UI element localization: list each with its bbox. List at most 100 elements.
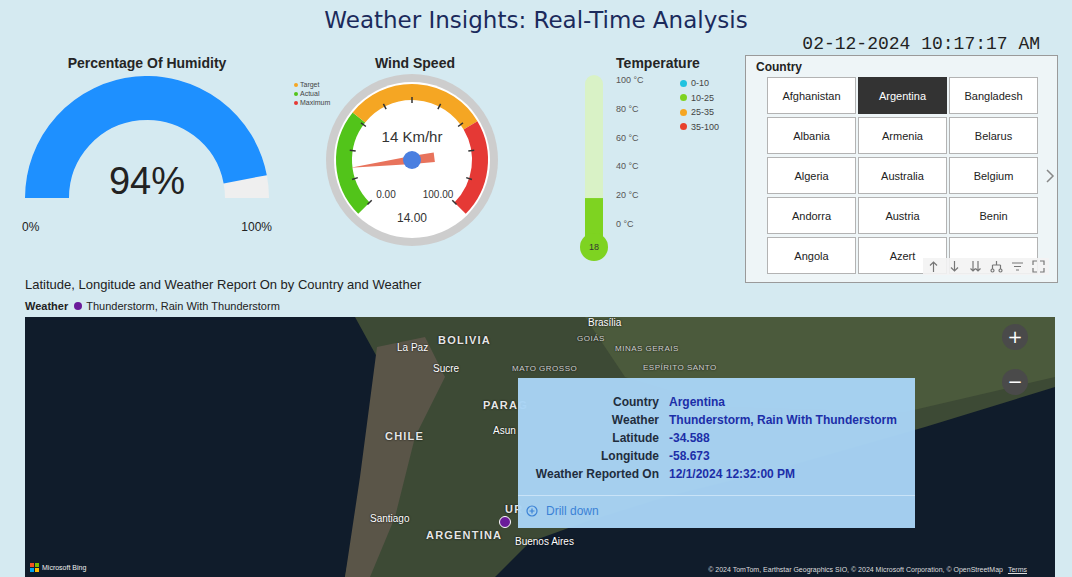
- wind-reading: 14 Km/hr: [382, 128, 443, 145]
- zoom-button[interactable]: −: [1002, 369, 1028, 395]
- slicer-item[interactable]: Andorra: [767, 197, 856, 234]
- slicer-item[interactable]: Bangladesh: [949, 77, 1038, 114]
- map-label: CHILE: [385, 430, 424, 442]
- legend-item: Target: [294, 80, 324, 89]
- map-label: Asun: [493, 425, 516, 436]
- humidity-gauge: 94%: [22, 76, 272, 222]
- legend-dot: [680, 94, 687, 101]
- axis-tick: 20 °C: [616, 189, 656, 201]
- legend-dot: [680, 109, 687, 116]
- gauge-tick: [468, 149, 474, 151]
- gauge-tick: [458, 123, 463, 127]
- tooltip-value: 12/1/2024 12:32:00 PM: [669, 465, 915, 483]
- slicer-item[interactable]: Belarus: [949, 117, 1038, 154]
- double-down-icon[interactable]: [969, 260, 982, 273]
- up-icon[interactable]: [927, 260, 940, 273]
- terms-link[interactable]: Terms: [1008, 566, 1027, 573]
- humidity-min: 0%: [22, 220, 39, 234]
- tooltip-value: Thunderstorm, Rain With Thunderstorm: [669, 411, 915, 429]
- map-pin[interactable]: [499, 516, 511, 528]
- humidity-scale: 0% 100%: [22, 220, 272, 234]
- wind-min: 0.00: [376, 189, 396, 200]
- gauge-range: [460, 125, 480, 208]
- down-icon[interactable]: [948, 260, 961, 273]
- gauge-tick: [438, 104, 441, 109]
- datetime: 02-12-2024 10:17:17 AM: [745, 35, 1058, 53]
- legend-dot: [680, 80, 687, 87]
- legend-title: Weather: [25, 298, 68, 314]
- wind-max: 100.00: [423, 189, 454, 200]
- humidity-card: Percentage Of Humidity94%0%100%: [0, 35, 290, 283]
- humidity-max: 100%: [241, 220, 272, 234]
- tooltip-value: -34.588: [669, 429, 915, 447]
- tooltip-value: Argentina: [669, 393, 915, 411]
- tooltip-label: Country: [518, 393, 659, 411]
- legend-item: Maximum: [294, 98, 324, 107]
- map[interactable]: BOLIVIALa PazSucreBrasíliaGOIÁSMINAS GER…: [25, 317, 1055, 577]
- slicer-item[interactable]: Afghanistan: [767, 77, 856, 114]
- expand-icon[interactable]: [1032, 260, 1045, 273]
- slicer-item[interactable]: Angola: [767, 237, 856, 274]
- bing-logo: Microsoft Bing: [30, 563, 86, 572]
- gauge-tick: [452, 200, 456, 204]
- gauge-hub: [403, 151, 421, 169]
- zoom-controls: +−: [1002, 324, 1028, 395]
- slicer-item[interactable]: Armenia: [858, 117, 947, 154]
- thermometer: 18: [580, 72, 610, 264]
- next-page-icon[interactable]: [1045, 168, 1055, 184]
- slicer-item[interactable]: Argentina: [858, 77, 947, 114]
- wind-legend: TargetActualMaximum: [290, 72, 324, 248]
- gauge-tick: [361, 123, 366, 127]
- kpi-row: Percentage Of Humidity94%0%100%Wind Spee…: [0, 35, 1072, 272]
- hierarchy-icon[interactable]: [990, 260, 1003, 273]
- slicer-item[interactable]: Benin: [949, 197, 1038, 234]
- dashboard-title: Weather Insights: Real-Time Analysis: [0, 5, 1072, 35]
- axis-tick: 40 °C: [616, 160, 656, 172]
- header: Weather Insights: Real-Time Analysis: [0, 0, 1072, 35]
- map-section: Latitude, Longitude and Weather Report O…: [0, 276, 1072, 577]
- gauge-dial: [334, 82, 490, 238]
- legend-item: 10-25: [680, 91, 719, 106]
- thermometer-tube: [585, 75, 603, 247]
- gauge-bezel: [326, 74, 498, 246]
- tooltip-value: -58.673: [669, 447, 915, 465]
- slicer-item[interactable]: Albania: [767, 117, 856, 154]
- map-attribution: © 2024 TomTom, Earthstar Geographics SIO…: [708, 566, 1027, 573]
- gauge-range: [344, 117, 364, 208]
- filter-icon[interactable]: [1011, 260, 1024, 273]
- dashboard: Weather Insights: Real-Time AnalysisPerc…: [0, 0, 1072, 577]
- slicer-item[interactable]: Austria: [858, 197, 947, 234]
- legend-item: 35-100: [680, 120, 719, 135]
- gauge-tick: [352, 178, 358, 180]
- legend-item: Thunderstorm, Rain With Thunderstorm: [74, 298, 280, 314]
- legend-dot: [294, 83, 298, 87]
- temperature-legend: 0-1010-2525-3535-100: [680, 76, 719, 264]
- map-label: MATO GROSSO: [512, 364, 577, 373]
- map-label: Buenos Aires: [515, 536, 574, 547]
- slicer-item[interactable]: Algeria: [767, 157, 856, 194]
- wind-gauge: 14 Km/hr0.00100.0014.00: [324, 72, 500, 248]
- legend-dot: [74, 302, 82, 310]
- map-label: Santiago: [370, 513, 409, 524]
- slicer-item[interactable]: Australia: [858, 157, 947, 194]
- tooltip-label: Weather: [518, 411, 659, 429]
- gauge-tick: [367, 200, 371, 204]
- map-label: ESPÍRITO SANTO: [643, 363, 717, 372]
- map-label: BOLIVIA: [438, 334, 491, 346]
- axis-tick: 80 °C: [616, 103, 656, 115]
- map-label: Brasília: [588, 317, 621, 328]
- humidity-value: 94%: [109, 160, 185, 202]
- map-label: ARGENTINA: [426, 529, 502, 541]
- gauge-tick: [350, 149, 356, 151]
- visual-toolbar: [923, 258, 1049, 275]
- map-label: MINAS GERAIS: [615, 344, 679, 353]
- gauge-tick: [466, 178, 472, 180]
- drill-down-button[interactable]: Drill down: [518, 495, 915, 528]
- zoom-button[interactable]: +: [1002, 324, 1028, 350]
- map-label: Sucre: [433, 363, 459, 374]
- slicer-item[interactable]: Belgium: [949, 157, 1038, 194]
- temperature-card: Temperature18100 °C80 °C60 °C40 °C20 °C0…: [540, 35, 740, 283]
- microsoft-logo-icon: [30, 563, 39, 572]
- legend-dot: [680, 123, 687, 130]
- gauge-tick: [411, 97, 413, 103]
